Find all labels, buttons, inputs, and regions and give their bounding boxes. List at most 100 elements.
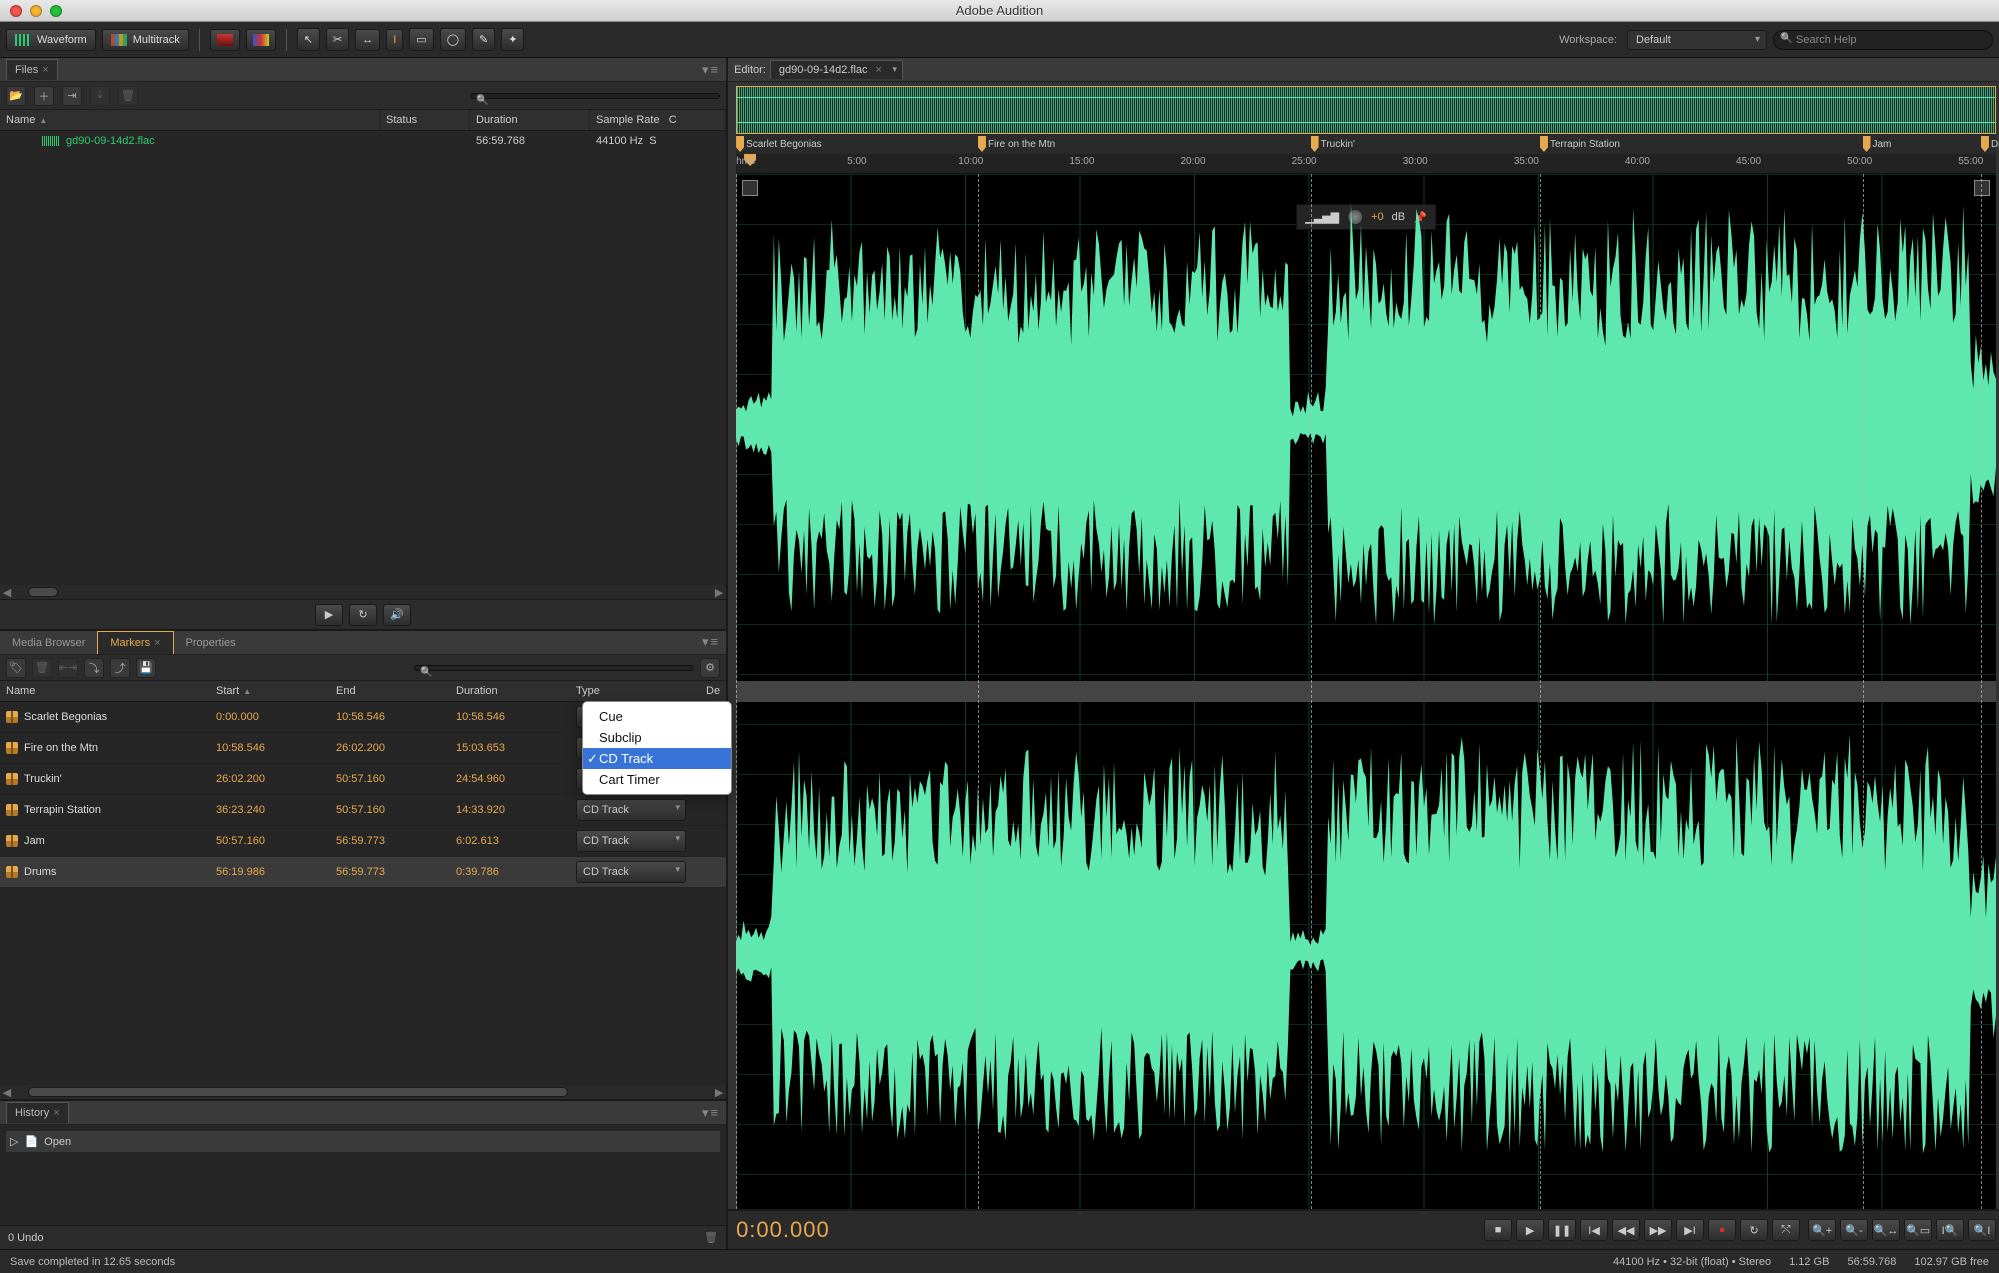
marker-timeline[interactable]: Scarlet Begonias Fire on the Mtn Truckin' T… <box>736 134 1996 154</box>
history-item[interactable]: ▷ 📄 Open <box>6 1131 720 1152</box>
skip-selection-button[interactable]: ⤲ <box>1772 1219 1800 1241</box>
multitrack-mode-button[interactable]: Multitrack <box>102 29 189 51</box>
spectral-freq-button[interactable] <box>210 29 240 51</box>
marker-start[interactable]: 50:57.160 <box>210 831 330 851</box>
marker-start[interactable]: 36:23.240 <box>210 800 330 820</box>
stop-button[interactable]: ■ <box>1484 1219 1512 1241</box>
mcol-end[interactable]: End <box>330 681 450 701</box>
popup-item-cart-timer[interactable]: Cart Timer <box>583 769 731 790</box>
time-ruler[interactable]: hms5:0010:0015:0020:0025:0030:0035:0040:… <box>736 154 1996 174</box>
trash-icon[interactable]: 🗑 <box>704 1231 718 1244</box>
timeline-marker[interactable]: Fire on the Mtn <box>978 134 1055 154</box>
pause-button[interactable]: ❚❚ <box>1548 1219 1576 1241</box>
close-icon[interactable]: × <box>876 64 882 76</box>
add-marker-button[interactable]: 🏷 <box>6 658 26 678</box>
open-file-button[interactable]: 📂 <box>6 86 26 106</box>
zoom-in-point-button[interactable]: I🔍 <box>1936 1219 1964 1241</box>
popup-item-subclip[interactable]: Subclip <box>583 727 731 748</box>
marker-duration[interactable]: 15:03.653 <box>450 738 570 758</box>
mcol-duration[interactable]: Duration <box>450 681 570 701</box>
insert-markers-button[interactable]: ⤵ <box>84 658 104 678</box>
properties-tab[interactable]: Properties <box>174 632 248 654</box>
marker-duration[interactable]: 10:58.546 <box>450 707 570 727</box>
marker-type-dropdown[interactable]: CD Track <box>576 861 686 883</box>
marker-end[interactable]: 56:59.773 <box>330 862 450 882</box>
mcol-start[interactable]: Start▲ <box>210 681 330 701</box>
files-filter-input[interactable] <box>470 93 720 99</box>
lasso-tool[interactable]: ◯ <box>440 28 466 51</box>
new-file-button[interactable]: ＋ <box>34 86 54 106</box>
marker-type-dropdown[interactable]: CD Track <box>576 830 686 852</box>
zoom-out-button[interactable]: 🔍- <box>1840 1219 1868 1241</box>
play-button[interactable]: ▶ <box>1516 1219 1544 1241</box>
workspace-dropdown[interactable]: Default <box>1627 30 1767 50</box>
popup-item-cue[interactable]: Cue <box>583 706 731 727</box>
mcol-description[interactable]: De <box>700 681 726 701</box>
zoom-full-button[interactable]: 🔍↔ <box>1872 1219 1900 1241</box>
waveform-mode-button[interactable]: Waveform <box>6 29 96 51</box>
zoom-out-point-button[interactable]: 🔍I <box>1968 1219 1996 1241</box>
marker-end[interactable]: 26:02.200 <box>330 738 450 758</box>
col-status[interactable]: Status <box>380 110 470 130</box>
forward-button[interactable]: ▶▶ <box>1644 1219 1672 1241</box>
marker-end[interactable]: 10:58.546 <box>330 707 450 727</box>
slip-tool[interactable]: ↔ <box>355 29 380 51</box>
loop-button[interactable]: ↻ <box>1740 1219 1768 1241</box>
history-tab[interactable]: History× <box>6 1102 69 1123</box>
panel-menu-button[interactable]: ▾≡ <box>696 630 726 654</box>
preview-play-button[interactable]: ▶ <box>315 604 343 626</box>
col-sample-rate[interactable]: Sample Rate C <box>590 110 726 130</box>
marker-filter-options[interactable]: ⚙ <box>700 658 720 678</box>
col-duration[interactable]: Duration <box>470 110 590 130</box>
spectral-pitch-button[interactable] <box>246 29 276 51</box>
markers-tab[interactable]: Markers× <box>97 631 173 654</box>
skip-start-button[interactable]: I◀ <box>1580 1219 1608 1241</box>
close-icon[interactable]: × <box>154 637 160 649</box>
marker-duration[interactable]: 14:33.920 <box>450 800 570 820</box>
col-name[interactable]: Name▲ <box>0 110 380 130</box>
zoom-in-button[interactable]: 🔍+ <box>1808 1219 1836 1241</box>
record-button[interactable]: ● <box>1708 1219 1736 1241</box>
panel-menu-button[interactable]: ▾≡ <box>702 62 720 78</box>
files-tab[interactable]: Files× <box>6 59 58 80</box>
marker-end[interactable]: 50:57.160 <box>330 769 450 789</box>
mcol-name[interactable]: Name <box>0 681 210 701</box>
brush-tool[interactable]: ✎ <box>472 28 495 51</box>
razor-tool[interactable]: ✂ <box>326 28 349 51</box>
import-button[interactable]: ⇥ <box>62 86 82 106</box>
file-row[interactable]: gd90-09-14d2.flac 56:59.768 44100 Hz S <box>0 131 726 151</box>
editor-file-tab[interactable]: gd90-09-14d2.flac × <box>770 60 903 79</box>
timeline-marker[interactable]: Drums <box>1981 134 1999 154</box>
marquee-tool[interactable]: ▭ <box>409 28 433 51</box>
marker-row[interactable]: Jam 50:57.160 56:59.773 6:02.613 CD Trac… <box>0 826 726 857</box>
zoom-selection-button[interactable]: 🔍▭ <box>1904 1219 1932 1241</box>
marker-duration[interactable]: 6:02.613 <box>450 831 570 851</box>
close-icon[interactable]: × <box>42 64 48 76</box>
marker-end[interactable]: 56:59.773 <box>330 831 450 851</box>
marker-start[interactable]: 26:02.200 <box>210 769 330 789</box>
export-markers-button[interactable]: ⤴ <box>110 658 130 678</box>
timeline-marker[interactable]: Scarlet Begonias <box>736 134 822 154</box>
timeline-marker[interactable]: Terrapin Station <box>1540 134 1620 154</box>
media-browser-tab[interactable]: Media Browser <box>0 632 97 654</box>
current-time-display[interactable]: 0:00.000 <box>736 1217 1476 1243</box>
marker-end[interactable]: 50:57.160 <box>330 800 450 820</box>
marker-type-dropdown[interactable]: CD Track <box>576 799 686 821</box>
marker-duration[interactable]: 24:54.960 <box>450 769 570 789</box>
timeline-marker[interactable]: Truckin' <box>1311 134 1355 154</box>
spot-heal-tool[interactable]: ✦ <box>501 28 524 51</box>
rewind-button[interactable]: ◀◀ <box>1612 1219 1640 1241</box>
search-help-input[interactable]: Search Help <box>1773 30 1993 50</box>
markers-filter-input[interactable] <box>414 665 694 671</box>
markers-hscroll[interactable]: ◀▶ <box>0 1085 726 1099</box>
marker-start[interactable]: 0:00.000 <box>210 707 330 727</box>
marker-row[interactable]: Drums 56:19.986 56:59.773 0:39.786 CD Tr… <box>0 857 726 888</box>
overview-waveform[interactable] <box>736 86 1996 134</box>
files-hscroll[interactable]: ◀▶ <box>0 585 726 599</box>
panel-menu-button[interactable]: ▾≡ <box>702 1105 720 1121</box>
popup-item-cd-track[interactable]: CD Track <box>583 748 731 769</box>
preview-loop-button[interactable]: ↻ <box>349 604 377 626</box>
marker-row[interactable]: Terrapin Station 36:23.240 50:57.160 14:… <box>0 795 726 826</box>
move-tool[interactable]: ↖ <box>297 28 320 51</box>
close-icon[interactable]: × <box>53 1107 59 1119</box>
